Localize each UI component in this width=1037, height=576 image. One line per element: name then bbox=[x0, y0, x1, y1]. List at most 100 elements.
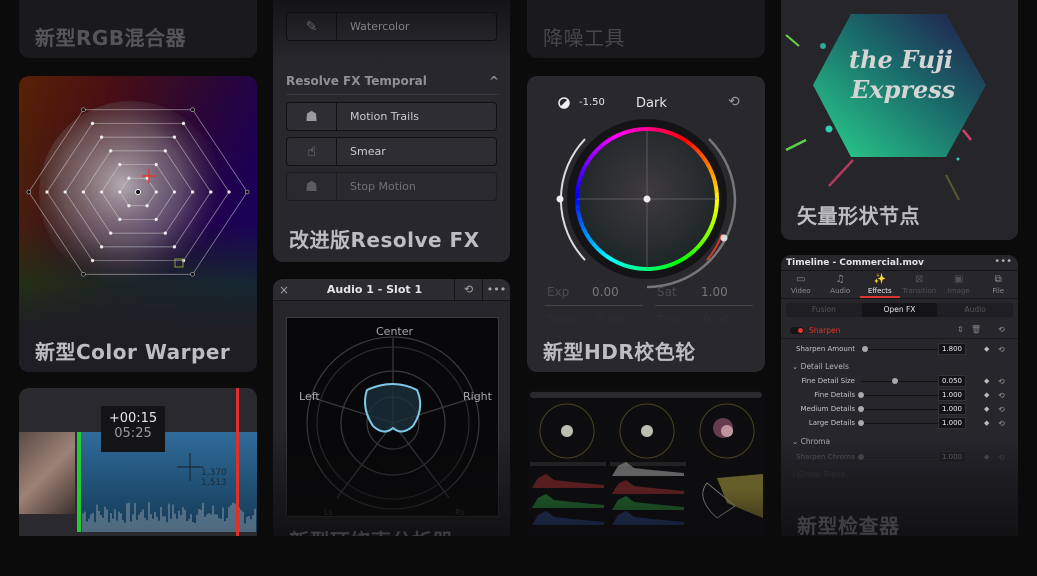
section-global-blend[interactable]: › Global Blend bbox=[792, 470, 845, 479]
mesh-point[interactable] bbox=[108, 231, 113, 235]
keyframe-icon[interactable]: ◆ bbox=[984, 389, 989, 402]
exp-value[interactable]: 0.00 bbox=[592, 285, 619, 299]
reset-icon[interactable]: ⟲ bbox=[998, 417, 1005, 430]
mesh-point[interactable] bbox=[190, 190, 195, 194]
mesh-point[interactable] bbox=[145, 176, 149, 181]
param-slider[interactable] bbox=[861, 349, 943, 350]
mesh-point[interactable] bbox=[127, 176, 131, 181]
mesh-center-point[interactable] bbox=[135, 189, 141, 195]
mesh-point[interactable] bbox=[145, 203, 149, 208]
mesh-point[interactable] bbox=[99, 135, 104, 139]
mesh-point[interactable] bbox=[90, 121, 95, 126]
mesh-point[interactable] bbox=[190, 272, 195, 277]
reset-icon[interactable]: ⟲ bbox=[998, 403, 1005, 416]
mesh-point[interactable] bbox=[190, 107, 195, 112]
tab-image[interactable]: ▣ Image bbox=[939, 271, 979, 298]
mesh-point[interactable] bbox=[244, 189, 250, 195]
param-slider-knob[interactable] bbox=[862, 346, 868, 352]
section-detail-levels[interactable]: ⌄ Detail Levels bbox=[792, 362, 849, 371]
mesh-point[interactable] bbox=[81, 272, 86, 277]
effect-header-sharpen[interactable]: Sharpen ⇕ 🗑 ⟲ bbox=[781, 323, 1018, 339]
exp-slider[interactable] bbox=[545, 305, 643, 306]
wheel-center-puck[interactable] bbox=[643, 195, 651, 203]
mesh-point[interactable] bbox=[118, 190, 122, 194]
clip-edge-handle[interactable] bbox=[77, 432, 81, 532]
mesh-point[interactable] bbox=[209, 190, 213, 194]
param-slider[interactable] bbox=[861, 409, 943, 410]
fx-item-motion-trails[interactable]: ☗ Motion Trails bbox=[286, 102, 497, 131]
mesh-point[interactable] bbox=[118, 162, 122, 167]
tab-video[interactable]: ▭ Video bbox=[781, 271, 821, 298]
subtab-fusion[interactable]: Fusion bbox=[786, 303, 862, 317]
mesh-point[interactable] bbox=[81, 107, 86, 112]
param-value-field[interactable]: 1.000 bbox=[938, 451, 966, 463]
keyframe-icon[interactable]: ◆ bbox=[984, 451, 989, 464]
exposure-handle[interactable] bbox=[556, 195, 564, 203]
mesh-point[interactable] bbox=[172, 245, 177, 249]
section-chroma[interactable]: ⌄ Chroma bbox=[792, 437, 830, 446]
param-value-field[interactable]: 1.800 bbox=[938, 343, 966, 355]
effect-enable-toggle[interactable] bbox=[790, 327, 804, 334]
mesh-point[interactable] bbox=[172, 190, 177, 194]
mesh-point[interactable] bbox=[154, 162, 158, 167]
param-slider-knob[interactable] bbox=[858, 454, 864, 460]
mesh-point[interactable] bbox=[227, 190, 231, 194]
param-value-field[interactable]: 1.000 bbox=[938, 403, 966, 415]
mesh-point[interactable] bbox=[90, 258, 95, 263]
mesh-point[interactable] bbox=[99, 190, 104, 194]
sat-slider[interactable] bbox=[655, 305, 753, 306]
more-options-icon[interactable]: ••• bbox=[482, 279, 510, 301]
param-slider-knob[interactable] bbox=[892, 378, 898, 384]
fx-item-stop-motion[interactable]: ☗ Stop Motion bbox=[286, 172, 497, 201]
param-slider[interactable] bbox=[861, 395, 943, 396]
subtab-open-fx[interactable]: Open FX bbox=[861, 303, 938, 317]
fx-section-header[interactable]: Resolve FX Temporal ^ bbox=[286, 74, 499, 95]
collapse-chevron-icon[interactable]: ^ bbox=[489, 74, 499, 88]
keyframe-icon[interactable]: ◆ bbox=[984, 403, 989, 416]
keyframe-icon[interactable]: ◆ bbox=[984, 375, 989, 388]
tab-file[interactable]: ⧉ File bbox=[979, 271, 1019, 298]
mesh-point[interactable] bbox=[26, 189, 32, 195]
fx-item-watercolor[interactable]: ✎ Watercolor bbox=[286, 12, 497, 41]
param-slider[interactable] bbox=[861, 457, 943, 458]
clip-thumbnail[interactable] bbox=[19, 432, 75, 514]
mesh-point[interactable] bbox=[181, 121, 186, 126]
param-value-field[interactable]: 1.000 bbox=[938, 417, 966, 429]
mesh-point[interactable] bbox=[108, 149, 113, 153]
reset-icon[interactable]: ⟲ bbox=[454, 279, 482, 301]
param-slider-knob[interactable] bbox=[858, 392, 864, 398]
tab-effects[interactable]: ✨ Effects bbox=[860, 271, 900, 298]
reset-icon[interactable]: ⟲ bbox=[998, 343, 1005, 356]
tab-audio[interactable]: ♫ Audio bbox=[821, 271, 861, 298]
more-options-icon[interactable]: ••• bbox=[994, 256, 1012, 267]
mesh-point[interactable] bbox=[154, 217, 158, 222]
reset-icon[interactable]: ⟲ bbox=[998, 375, 1005, 388]
tab-transition[interactable]: ⊠ Transition bbox=[900, 271, 940, 298]
reset-icon[interactable]: ⟲ bbox=[998, 389, 1005, 402]
mesh-point[interactable] bbox=[163, 149, 168, 153]
mesh-point[interactable] bbox=[45, 190, 49, 194]
mesh-point[interactable] bbox=[172, 135, 177, 139]
reset-icon[interactable]: ⟲ bbox=[728, 94, 740, 110]
playhead[interactable] bbox=[236, 388, 239, 548]
mesh-point[interactable] bbox=[127, 203, 131, 208]
mesh-point[interactable] bbox=[99, 245, 104, 249]
subtab-audio[interactable]: Audio bbox=[937, 303, 1013, 317]
delete-icon[interactable]: 🗑 bbox=[971, 325, 981, 334]
mesh-point[interactable] bbox=[154, 190, 158, 194]
mesh-point[interactable] bbox=[63, 190, 67, 194]
reorder-icon[interactable]: ⇕ bbox=[957, 325, 964, 334]
param-value-field[interactable]: 0.050 bbox=[938, 375, 966, 387]
reset-icon[interactable]: ⟲ bbox=[998, 451, 1005, 464]
param-slider-knob[interactable] bbox=[858, 406, 864, 412]
param-slider-knob[interactable] bbox=[858, 420, 864, 426]
keyframe-icon[interactable]: ◆ bbox=[984, 417, 989, 430]
fx-item-smear[interactable]: ☝ Smear bbox=[286, 137, 497, 166]
saturation-handle[interactable] bbox=[720, 234, 728, 242]
mesh-point[interactable] bbox=[81, 190, 86, 194]
mesh-point[interactable] bbox=[163, 231, 168, 235]
color-warper-mesh[interactable] bbox=[19, 76, 257, 306]
mesh-point[interactable] bbox=[118, 217, 122, 222]
close-icon[interactable]: × bbox=[273, 283, 295, 297]
sat-value[interactable]: 1.00 bbox=[701, 285, 728, 299]
